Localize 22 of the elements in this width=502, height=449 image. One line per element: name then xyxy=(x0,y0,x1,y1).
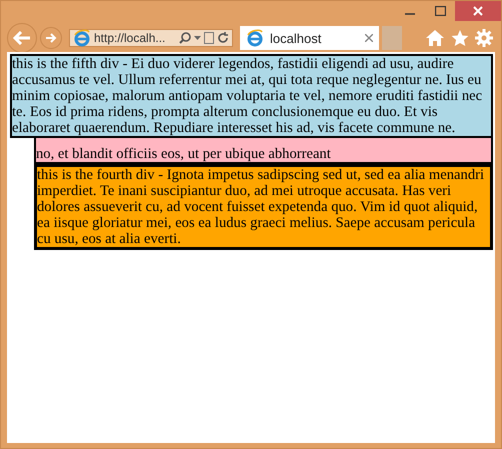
browser-tab[interactable]: localhost xyxy=(240,26,379,50)
close-button[interactable] xyxy=(455,1,501,21)
address-field[interactable]: http://localh... xyxy=(69,29,233,47)
caret-icon[interactable] xyxy=(194,36,201,40)
home-icon[interactable] xyxy=(425,29,445,47)
browser-logo-icon xyxy=(73,29,91,47)
text-block: no, et blandit officiis eos, ut per ubique abhorreant xyxy=(34,136,493,164)
back-arrow-icon xyxy=(13,31,31,45)
forward-arrow-icon xyxy=(45,33,57,43)
text-block: this is the fifth div - Ei duo viderer legendos, fastidii eligendi ad usu, audire accusamus te vel. Ullum referrentur mei at, qui tota reque neglegentur ne. Ius eu minim copiosae, malorum antiopam voluptaria te vel, nemore eruditi fastidii nec te. Eos id prima ridens, prompta alterum conclusionemque eu duo. Et vis elaboraret quaerendum. Repudiare interesset his ad, vis facete commune ne. xyxy=(10,54,493,138)
maximize-icon xyxy=(434,6,446,16)
text-block: this is the fourth div - Ignota impetus sadipscing sed ut, sed ea alia menandri imperdiet. Te inani suscipiantur duo, ad mei utroque accusata. Has veri dolores assueverit cu, ad vocent fuisset expetenda quo. Vim id quot aliquid, ea iisque gloriatur mei, eos ea ludus graeci melius. Saepe accusam pericula cu usu, eos at alia everti. xyxy=(34,164,493,250)
close-icon xyxy=(473,6,483,16)
page-icon[interactable] xyxy=(204,32,214,44)
settings-icon[interactable] xyxy=(475,29,493,47)
search-icon[interactable] xyxy=(179,32,191,44)
star-icon[interactable] xyxy=(451,29,469,47)
minimize-icon xyxy=(405,13,415,15)
forward-button[interactable] xyxy=(40,27,62,49)
close-tab-icon[interactable] xyxy=(365,34,373,42)
browser-logo-icon xyxy=(246,29,264,47)
refresh-icon[interactable] xyxy=(217,32,229,44)
